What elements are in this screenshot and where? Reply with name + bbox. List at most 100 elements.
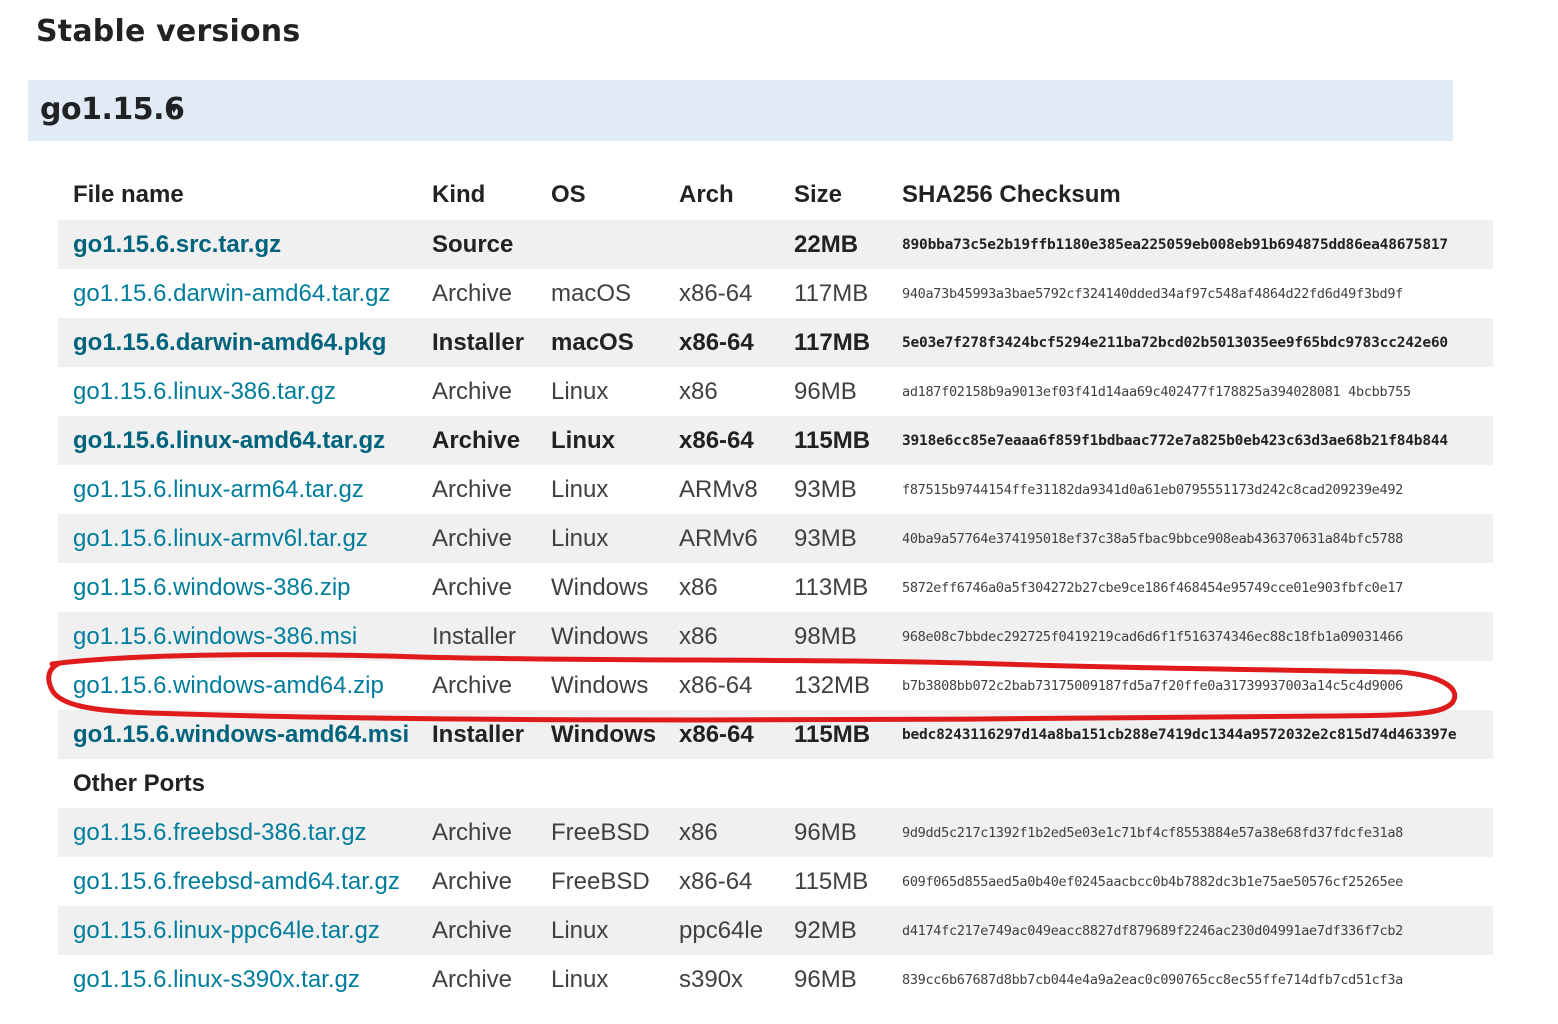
size-cell: 92MB xyxy=(779,906,887,955)
checksum-cell: b7b3808bb072c2bab73175009187fd5a7f20ffe0… xyxy=(902,677,1403,694)
arch-cell: ARMv8 xyxy=(679,475,758,503)
size-cell: 115MB xyxy=(794,867,869,895)
checksum-cell: 609f065d855aed5a0b40ef0245aacbcc0b4b7882… xyxy=(902,873,1403,890)
checksum-cell: 9d9dd5c217c1392f1b2ed5e03e1c71bf4cf85538… xyxy=(887,808,1493,857)
kind-cell: Archive xyxy=(417,808,536,857)
kind-cell: Installer xyxy=(417,710,536,759)
arch-cell: ARMv6 xyxy=(664,514,779,563)
version-toggle[interactable]: go1.15.6 ▼ xyxy=(28,80,1453,141)
checksum-cell: 940a73b45993a3bae5792cf324140dded34af97c… xyxy=(902,285,1403,302)
size-cell: 93MB xyxy=(779,514,887,563)
download-link[interactable]: go1.15.6.darwin-amd64.pkg xyxy=(73,329,386,356)
table-row: go1.15.6.linux-s390x.tar.gz Archive Linux s… xyxy=(58,955,1493,1004)
size-cell: 93MB xyxy=(794,475,857,503)
os-cell xyxy=(536,220,664,269)
arch-cell: ppc64le xyxy=(664,906,779,955)
checksum-cell: 968e08c7bbdec292725f0419219cad6d6f1f5163… xyxy=(887,612,1493,661)
arch-cell: x86-64 xyxy=(679,867,753,895)
download-link[interactable]: go1.15.6.windows-386.msi xyxy=(73,623,357,650)
arch-cell: x86-64 xyxy=(664,416,779,465)
kind-cell: Source xyxy=(417,220,536,269)
download-link[interactable]: go1.15.6.linux-arm64.tar.gz xyxy=(73,476,364,503)
header-checksum: SHA256 Checksum xyxy=(902,181,1121,208)
table-row: go1.15.6.darwin-amd64.pkg Installer macOS x… xyxy=(58,318,1493,367)
file-name-cell: go1.15.6.darwin-amd64.tar.gz xyxy=(58,269,417,318)
arch-cell: x86 xyxy=(664,808,779,857)
size-cell: 22MB xyxy=(779,220,887,269)
arch-cell: x86 xyxy=(679,573,718,601)
file-name-cell: go1.15.6.linux-amd64.tar.gz xyxy=(58,416,417,465)
kind-cell: Archive xyxy=(432,965,513,993)
checksum-cell: d4174fc217e749ac049eacc8827df879689f2246… xyxy=(887,906,1493,955)
os-cell: Linux xyxy=(536,514,664,563)
checksum-cell: 3918e6cc85e7eaaa6f859f1bdbaac772e7a825b0… xyxy=(887,416,1493,465)
checksum-cell: 890bba73c5e2b19ffb1180e385ea225059eb008e… xyxy=(887,220,1493,269)
arch-cell: s390x xyxy=(679,965,744,993)
kind-cell: Archive xyxy=(432,475,513,503)
caret-down-icon: ▼ xyxy=(166,100,182,117)
file-name-cell: go1.15.6.freebsd-386.tar.gz xyxy=(58,808,417,857)
kind-cell: Archive xyxy=(432,867,513,895)
table-header-row: File name Kind OS Arch Size SHA256 Check… xyxy=(58,170,1493,220)
table-row: go1.15.6.linux-armv6l.tar.gz Archive Linux… xyxy=(58,514,1493,563)
other-ports-heading: Other Ports xyxy=(58,759,1493,808)
os-cell: FreeBSD xyxy=(551,867,650,895)
table-row: go1.15.6.darwin-amd64.tar.gz Archive macOS… xyxy=(58,269,1493,318)
size-cell: 132MB xyxy=(794,671,871,699)
file-name-cell: go1.15.6.freebsd-amd64.tar.gz xyxy=(58,857,417,906)
download-link[interactable]: go1.15.6.linux-386.tar.gz xyxy=(73,378,336,405)
file-name-cell: go1.15.6.linux-arm64.tar.gz xyxy=(58,465,417,514)
arch-cell: x86 xyxy=(679,377,718,405)
checksum-cell: 40ba9a57764e374195018ef37c38a5fbac9bbce9… xyxy=(887,514,1493,563)
arch-cell: x86-64 xyxy=(679,279,753,307)
download-link[interactable]: go1.15.6.windows-386.zip xyxy=(73,574,351,601)
file-name-cell: go1.15.6.src.tar.gz xyxy=(58,220,417,269)
download-link[interactable]: go1.15.6.linux-armv6l.tar.gz xyxy=(73,525,368,552)
table-row: go1.15.6.linux-386.tar.gz Archive Linux x86… xyxy=(58,367,1493,416)
os-cell: Windows xyxy=(551,671,649,699)
table-row: go1.15.6.freebsd-amd64.tar.gz Archive Free… xyxy=(58,857,1493,906)
download-link[interactable]: go1.15.6.linux-amd64.tar.gz xyxy=(73,427,385,454)
file-name-cell: go1.15.6.windows-amd64.msi xyxy=(58,710,417,759)
kind-cell: Archive xyxy=(417,514,536,563)
page-title: Stable versions xyxy=(36,14,301,49)
file-name-cell: go1.15.6.linux-386.tar.gz xyxy=(58,367,417,416)
file-name-cell: go1.15.6.darwin-amd64.pkg xyxy=(58,318,417,367)
kind-cell: Archive xyxy=(417,906,536,955)
os-cell: macOS xyxy=(536,318,664,367)
download-link[interactable]: go1.15.6.linux-ppc64le.tar.gz xyxy=(73,917,380,944)
kind-cell: Archive xyxy=(432,279,513,307)
size-cell: 115MB xyxy=(779,416,887,465)
download-link[interactable]: go1.15.6.freebsd-386.tar.gz xyxy=(73,819,367,846)
checksum-cell: 5e03e7f278f3424bcf5294e211ba72bcd02b5013… xyxy=(887,318,1493,367)
download-link[interactable]: go1.15.6.windows-amd64.zip xyxy=(73,672,384,699)
arch-cell: x86-64 xyxy=(664,318,779,367)
header-kind: Kind xyxy=(432,181,486,208)
os-cell: Linux xyxy=(551,377,609,405)
file-name-cell: go1.15.6.windows-amd64.zip xyxy=(58,661,417,710)
kind-cell: Archive xyxy=(432,377,513,405)
table-row: go1.15.6.windows-386.msi Installer Windows… xyxy=(58,612,1493,661)
os-cell: macOS xyxy=(551,279,632,307)
file-name-cell: go1.15.6.windows-386.msi xyxy=(58,612,417,661)
checksum-cell: 839cc6b67687d8bb7cb044e4a9a2eac0c090765c… xyxy=(902,971,1403,988)
size-cell: 96MB xyxy=(794,965,857,993)
download-link[interactable]: go1.15.6.freebsd-amd64.tar.gz xyxy=(73,868,400,895)
size-cell: 117MB xyxy=(794,279,869,307)
other-ports-row: Other Ports xyxy=(58,759,1493,808)
version-title: go1.15.6 xyxy=(40,92,185,127)
download-link[interactable]: go1.15.6.linux-s390x.tar.gz xyxy=(73,966,360,993)
header-arch: Arch xyxy=(679,181,734,208)
download-link[interactable]: go1.15.6.src.tar.gz xyxy=(73,231,281,258)
os-cell: Linux xyxy=(536,416,664,465)
table-row: go1.15.6.windows-386.zip Archive Windows x8… xyxy=(58,563,1493,612)
file-name-cell: go1.15.6.windows-386.zip xyxy=(58,563,417,612)
table-row: go1.15.6.linux-amd64.tar.gz Archive Linux x… xyxy=(58,416,1493,465)
download-link[interactable]: go1.15.6.windows-amd64.msi xyxy=(73,721,409,748)
download-link[interactable]: go1.15.6.darwin-amd64.tar.gz xyxy=(73,280,391,307)
size-cell: 96MB xyxy=(779,808,887,857)
table-row: go1.15.6.windows-amd64.zip Archive Windows… xyxy=(58,661,1493,710)
size-cell: 98MB xyxy=(779,612,887,661)
kind-cell: Installer xyxy=(417,612,536,661)
arch-cell: x86-64 xyxy=(664,710,779,759)
